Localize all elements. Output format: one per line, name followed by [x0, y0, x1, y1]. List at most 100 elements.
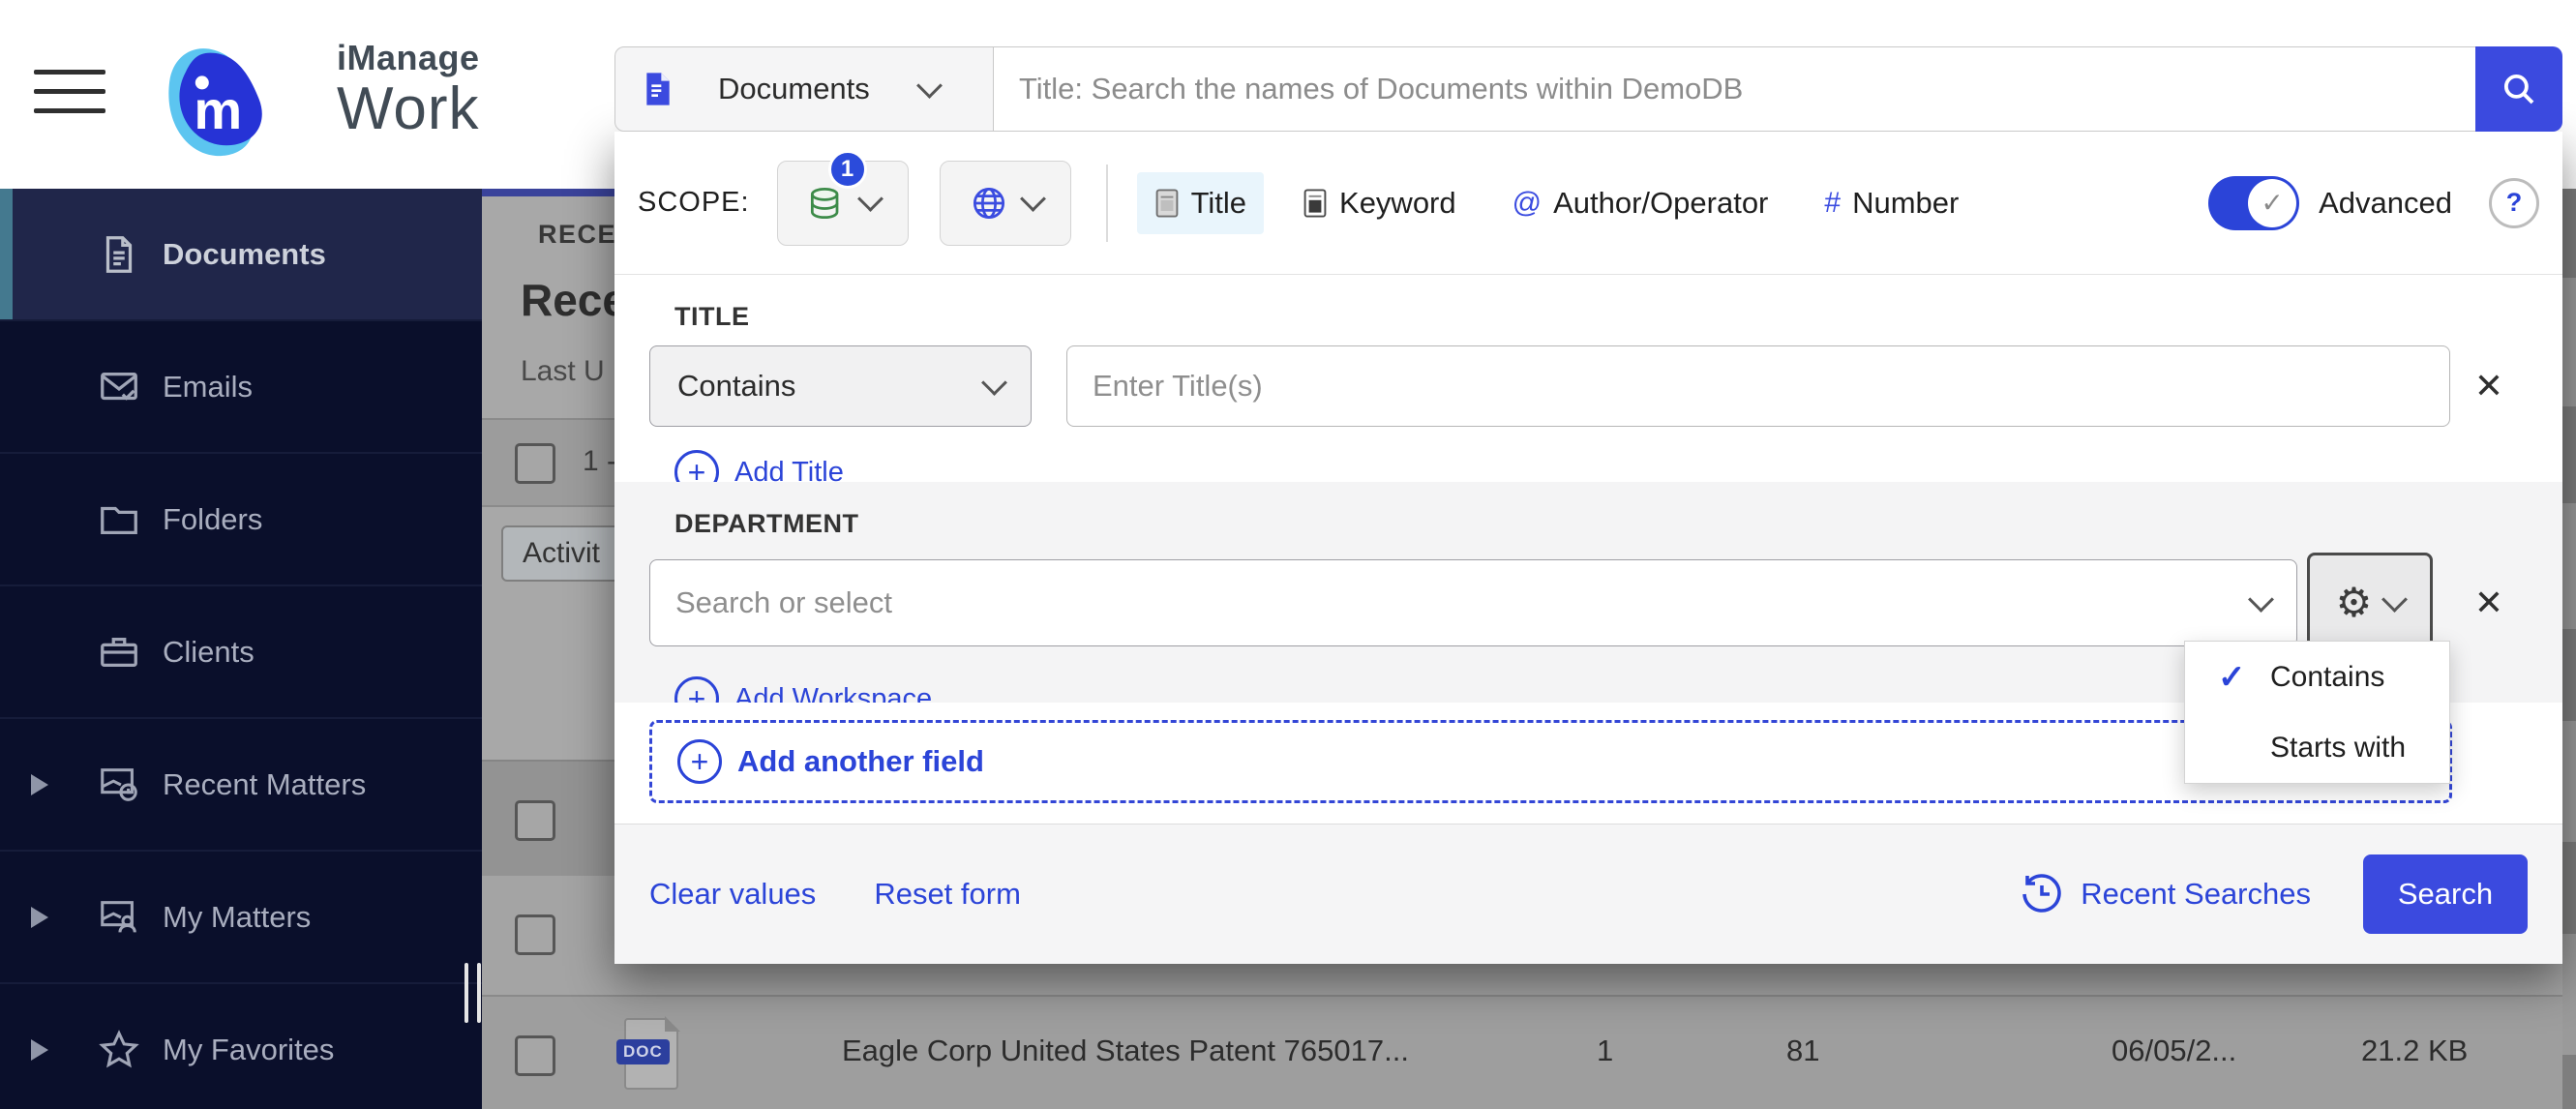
sidebar-item-clients[interactable]: Clients	[0, 586, 482, 719]
global-search-bar: Documents	[614, 46, 2562, 132]
chevron-down-icon	[981, 370, 1007, 396]
chip-label: Author/Operator	[1553, 186, 1768, 221]
operator-value: Contains	[677, 369, 795, 404]
email-icon	[97, 365, 141, 409]
result-count-label: 1 -	[583, 445, 616, 478]
remove-department-field-icon[interactable]: ✕	[2450, 583, 2528, 623]
field-chip-number[interactable]: # Number	[1807, 172, 1976, 234]
sidebar-item-my-matters[interactable]: My Matters	[0, 852, 482, 984]
keyword-doc-icon	[1303, 188, 1328, 219]
clear-values-link[interactable]: Clear values	[649, 877, 816, 912]
sidebar-item-label: Folders	[163, 502, 262, 537]
expand-caret-icon[interactable]	[31, 774, 48, 795]
document-version: 1	[1597, 1034, 1613, 1068]
row-checkbox[interactable]	[515, 914, 555, 955]
title-value-input[interactable]	[1066, 345, 2450, 427]
toggle-knob: ✓	[2248, 179, 2296, 227]
title-operator-select[interactable]: Contains	[649, 345, 1032, 427]
my-matters-icon	[97, 895, 141, 940]
expand-caret-icon[interactable]	[31, 907, 48, 928]
plus-icon: +	[677, 739, 722, 784]
global-scope-button[interactable]	[940, 161, 1071, 246]
department-dropdown-toggle[interactable]	[2225, 560, 2296, 645]
document-date: 06/05/2...	[2112, 1034, 2236, 1068]
document-icon	[639, 67, 677, 111]
svg-text:m: m	[194, 79, 242, 140]
department-combobox	[649, 559, 2297, 646]
sidebar-item-label: Emails	[163, 370, 253, 405]
divider	[1106, 165, 1108, 242]
menu-item-starts-with[interactable]: Starts with	[2185, 712, 2449, 783]
search-icon	[2499, 69, 2539, 109]
hamburger-menu-icon[interactable]	[34, 70, 105, 118]
folder-icon	[97, 497, 141, 542]
sidebar-item-label: Clients	[163, 635, 255, 670]
row-checkbox[interactable]	[515, 800, 555, 841]
recent-searches-label: Recent Searches	[2081, 877, 2311, 912]
field-chip-title[interactable]: Title	[1137, 172, 1264, 234]
search-submit-button[interactable]	[2475, 46, 2562, 132]
menu-item-label: Contains	[2270, 661, 2384, 694]
database-scope-button[interactable]: 1	[777, 161, 909, 246]
add-another-field-button[interactable]: + Add another field	[649, 720, 2452, 803]
row-checkbox[interactable]	[515, 1035, 555, 1076]
field-chip-keyword[interactable]: Keyword	[1285, 172, 1474, 234]
doc-file-icon: DOC	[624, 1018, 678, 1090]
active-indicator-bar	[0, 189, 13, 319]
sidebar-item-label: Documents	[163, 237, 326, 272]
reset-form-link[interactable]: Reset form	[874, 877, 1021, 912]
doc-file-type-tag: DOC	[616, 1039, 670, 1064]
search-input[interactable]	[994, 46, 2475, 132]
operator-menu: ✓ Contains Starts with	[2184, 641, 2450, 784]
expand-caret-icon[interactable]	[31, 1039, 48, 1061]
panel-search-button[interactable]: Search	[2363, 854, 2528, 934]
select-all-checkbox[interactable]	[515, 443, 555, 484]
recent-searches-link[interactable]: Recent Searches	[2019, 871, 2311, 917]
scope-row: SCOPE: 1 Title	[614, 132, 2562, 275]
title-section: TITLE Contains ✕ + Add Title	[614, 275, 2562, 482]
hash-icon: #	[1824, 187, 1841, 220]
table-row-document[interactable]: DOC Eagle Corp United States Patent 7650…	[482, 995, 2562, 1109]
sidebar-item-label: Recent Matters	[163, 767, 366, 802]
department-search-input[interactable]	[650, 560, 2225, 645]
remove-title-field-icon[interactable]: ✕	[2450, 366, 2528, 406]
advanced-toggle[interactable]: ✓	[2208, 176, 2299, 230]
search-collection-dropdown[interactable]: Documents	[614, 46, 994, 132]
star-icon	[97, 1028, 141, 1072]
chevron-down-icon	[2248, 586, 2274, 613]
scope-label: SCOPE:	[638, 187, 750, 219]
document-title[interactable]: Eagle Corp United States Patent 765017..…	[842, 1034, 1409, 1068]
briefcase-icon	[97, 630, 141, 674]
chevron-down-icon	[2381, 586, 2408, 613]
recent-matters-icon	[97, 763, 141, 807]
chevron-down-icon	[857, 186, 884, 212]
app-window: RECEN Rece Last U 1 - Activit DOC Eagle …	[0, 0, 2576, 1109]
last-updated-label: Last U	[521, 355, 605, 388]
sidebar-item-documents[interactable]: Documents	[0, 189, 482, 321]
check-icon: ✓	[2218, 658, 2246, 697]
globe-icon	[968, 182, 1010, 225]
department-section-label: DEPARTMENT	[674, 509, 2528, 539]
brand-text: iManage Work	[337, 41, 480, 139]
chip-label: Keyword	[1339, 186, 1456, 221]
sidebar-resize-handle[interactable]	[464, 963, 490, 1028]
field-chip-author[interactable]: @ Author/Operator	[1495, 172, 1786, 234]
chip-label: Title	[1191, 186, 1246, 221]
help-icon[interactable]: ?	[2489, 178, 2539, 228]
sidebar-item-my-favorites[interactable]: My Favorites	[0, 984, 482, 1109]
panel-footer: Clear values Reset form Recent Searches …	[614, 824, 2562, 964]
gear-icon: ⚙	[2336, 583, 2373, 623]
department-options-button[interactable]: ⚙	[2307, 553, 2433, 653]
document-pages: 81	[1786, 1034, 1819, 1068]
sidebar-item-folders[interactable]: Folders	[0, 454, 482, 586]
document-icon	[97, 232, 141, 277]
sidebar-item-emails[interactable]: Emails	[0, 321, 482, 454]
chevron-down-icon	[916, 73, 943, 99]
sidebar-item-label: My Favorites	[163, 1033, 334, 1067]
page-title: Rece	[521, 274, 627, 326]
sidebar-item-recent-matters[interactable]: Recent Matters	[0, 719, 482, 852]
chevron-down-icon	[1020, 186, 1046, 212]
vertical-scrollbar[interactable]	[2562, 189, 2576, 1109]
sidebar: Documents Emails Folders Clients Recent …	[0, 189, 482, 1109]
menu-item-contains[interactable]: ✓ Contains	[2185, 642, 2449, 712]
